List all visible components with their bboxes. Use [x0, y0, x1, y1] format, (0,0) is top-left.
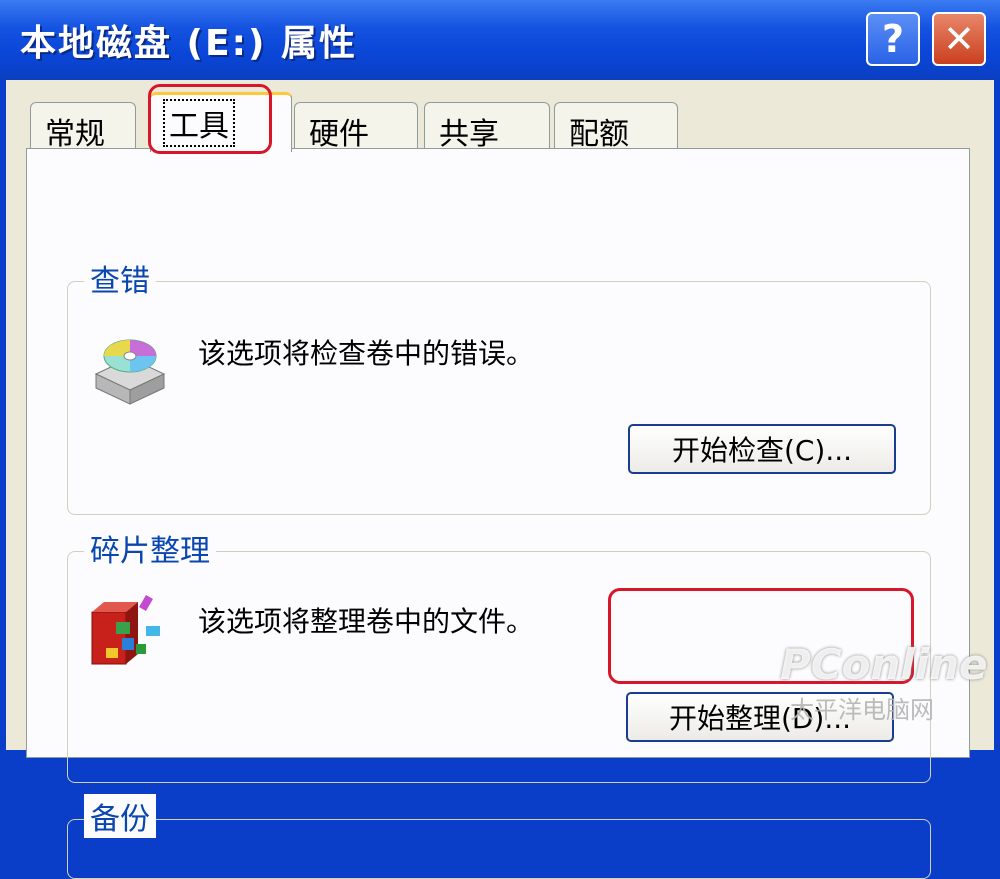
watermark-logo: PConline — [780, 640, 988, 689]
defrag-description: 该选项将整理卷中的文件。 — [198, 605, 535, 638]
tools-tab-highlight — [148, 84, 272, 154]
defragment-icon — [91, 594, 160, 665]
error-check-group: 查错 该选项将检查卷中的错误。 开始检查(C)... — [67, 256, 931, 515]
tab-label: 常规 — [45, 117, 105, 152]
tab-quota[interactable]: 配额 — [554, 102, 678, 152]
title-bar: 本地磁盘 (E:) 属性 ? ✕ — [0, 0, 1000, 80]
close-icon: ✕ — [943, 17, 975, 61]
close-button[interactable]: ✕ — [932, 12, 986, 66]
start-check-label: 开始检查(C)... — [671, 434, 853, 467]
tab-label: 共享 — [439, 117, 499, 152]
window-title: 本地磁盘 (E:) 属性 — [20, 23, 357, 64]
tab-label: 硬件 — [309, 117, 369, 152]
defrag-title: 碎片整理 — [84, 526, 216, 570]
tab-hardware[interactable]: 硬件 — [294, 102, 418, 152]
error-check-title: 查错 — [84, 256, 156, 300]
help-icon: ? — [881, 17, 905, 61]
backup-title: 备份 — [84, 794, 156, 838]
help-button[interactable]: ? — [866, 12, 920, 66]
tab-label: 配额 — [569, 117, 629, 152]
error-check-description: 该选项将检查卷中的错误。 — [198, 337, 535, 370]
watermark-text: 太平洋电脑网 — [790, 696, 934, 724]
tab-general[interactable]: 常规 — [30, 102, 136, 152]
tab-sharing[interactable]: 共享 — [424, 102, 550, 152]
start-check-button[interactable]: 开始检查(C)... — [628, 424, 896, 474]
disk-check-icon — [94, 339, 166, 405]
backup-group: 备份 — [67, 794, 931, 879]
